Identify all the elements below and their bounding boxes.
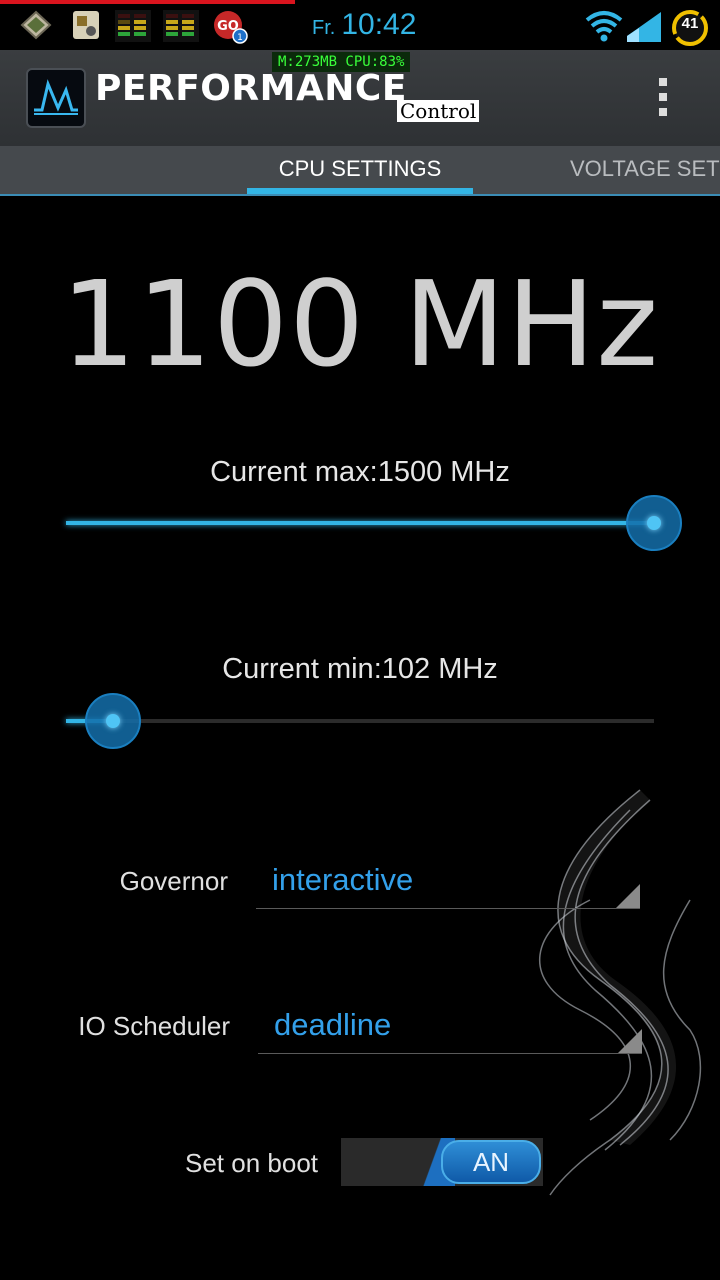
io-scheduler-label: IO Scheduler — [78, 1011, 230, 1041]
overflow-menu-icon[interactable] — [650, 78, 676, 122]
io-scheduler-value: deadline — [274, 1007, 392, 1042]
slider-thumb[interactable] — [85, 693, 142, 749]
current-frequency: 1100 MHz — [60, 255, 660, 393]
status-time: 10:42 — [341, 8, 417, 41]
app-logo-icon[interactable] — [26, 68, 86, 128]
min-frequency-slider[interactable] — [66, 693, 654, 749]
app-title: PERFORMANCE — [95, 68, 407, 109]
governor-spinner[interactable]: interactive — [256, 862, 640, 909]
status-clock: Fr. 10:42 — [312, 8, 416, 42]
status-day: Fr. — [312, 17, 336, 39]
spinner-arrow-icon — [618, 1029, 642, 1053]
tab-active-indicator — [247, 188, 473, 194]
status-bar: GO 1 Fr. 10:42 41 — [0, 0, 720, 50]
tab-label: VOLTAGE SETTINGS — [570, 156, 720, 181]
slider-fill — [66, 521, 654, 525]
svg-text:1: 1 — [237, 33, 243, 43]
memory-cpu-overlay: M:273MB CPU:83% — [272, 52, 411, 72]
signal-icon — [625, 10, 663, 42]
set-on-boot-label: Set on boot — [185, 1148, 318, 1178]
governor-value: interactive — [272, 862, 414, 897]
max-frequency-label: Current max:1500 MHz — [210, 456, 510, 488]
set-on-boot-switch[interactable]: AN — [341, 1138, 543, 1186]
equalizer-widget-icon — [115, 10, 151, 42]
slider-thumb[interactable] — [626, 495, 682, 551]
status-progress-line — [0, 0, 295, 4]
switch-thumb: AN — [441, 1140, 541, 1184]
tab-bar: CPU SETTINGS VOLTAGE SETTINGS — [0, 146, 720, 196]
tab-label: CPU SETTINGS — [278, 156, 442, 181]
app-icon — [72, 10, 102, 40]
tab-voltage-settings[interactable]: VOLTAGE SETTINGS — [570, 146, 720, 194]
tab-cpu-settings[interactable]: CPU SETTINGS — [247, 146, 473, 194]
background-swirl-decoration — [539, 789, 702, 1196]
go-sms-icon: GO 1 — [212, 10, 248, 44]
max-frequency-slider[interactable] — [66, 495, 682, 551]
min-frequency-label: Current min:102 MHz — [222, 653, 498, 685]
battery-level: 41 — [681, 15, 699, 32]
io-scheduler-spinner[interactable]: deadline — [258, 1007, 642, 1054]
governor-label: Governor — [119, 866, 228, 896]
photo-frame-icon — [20, 10, 52, 40]
app-subtitle: Control — [397, 100, 480, 122]
wifi-icon — [585, 10, 623, 42]
spinner-arrow-icon — [616, 884, 640, 908]
equalizer-widget-icon — [163, 10, 199, 42]
